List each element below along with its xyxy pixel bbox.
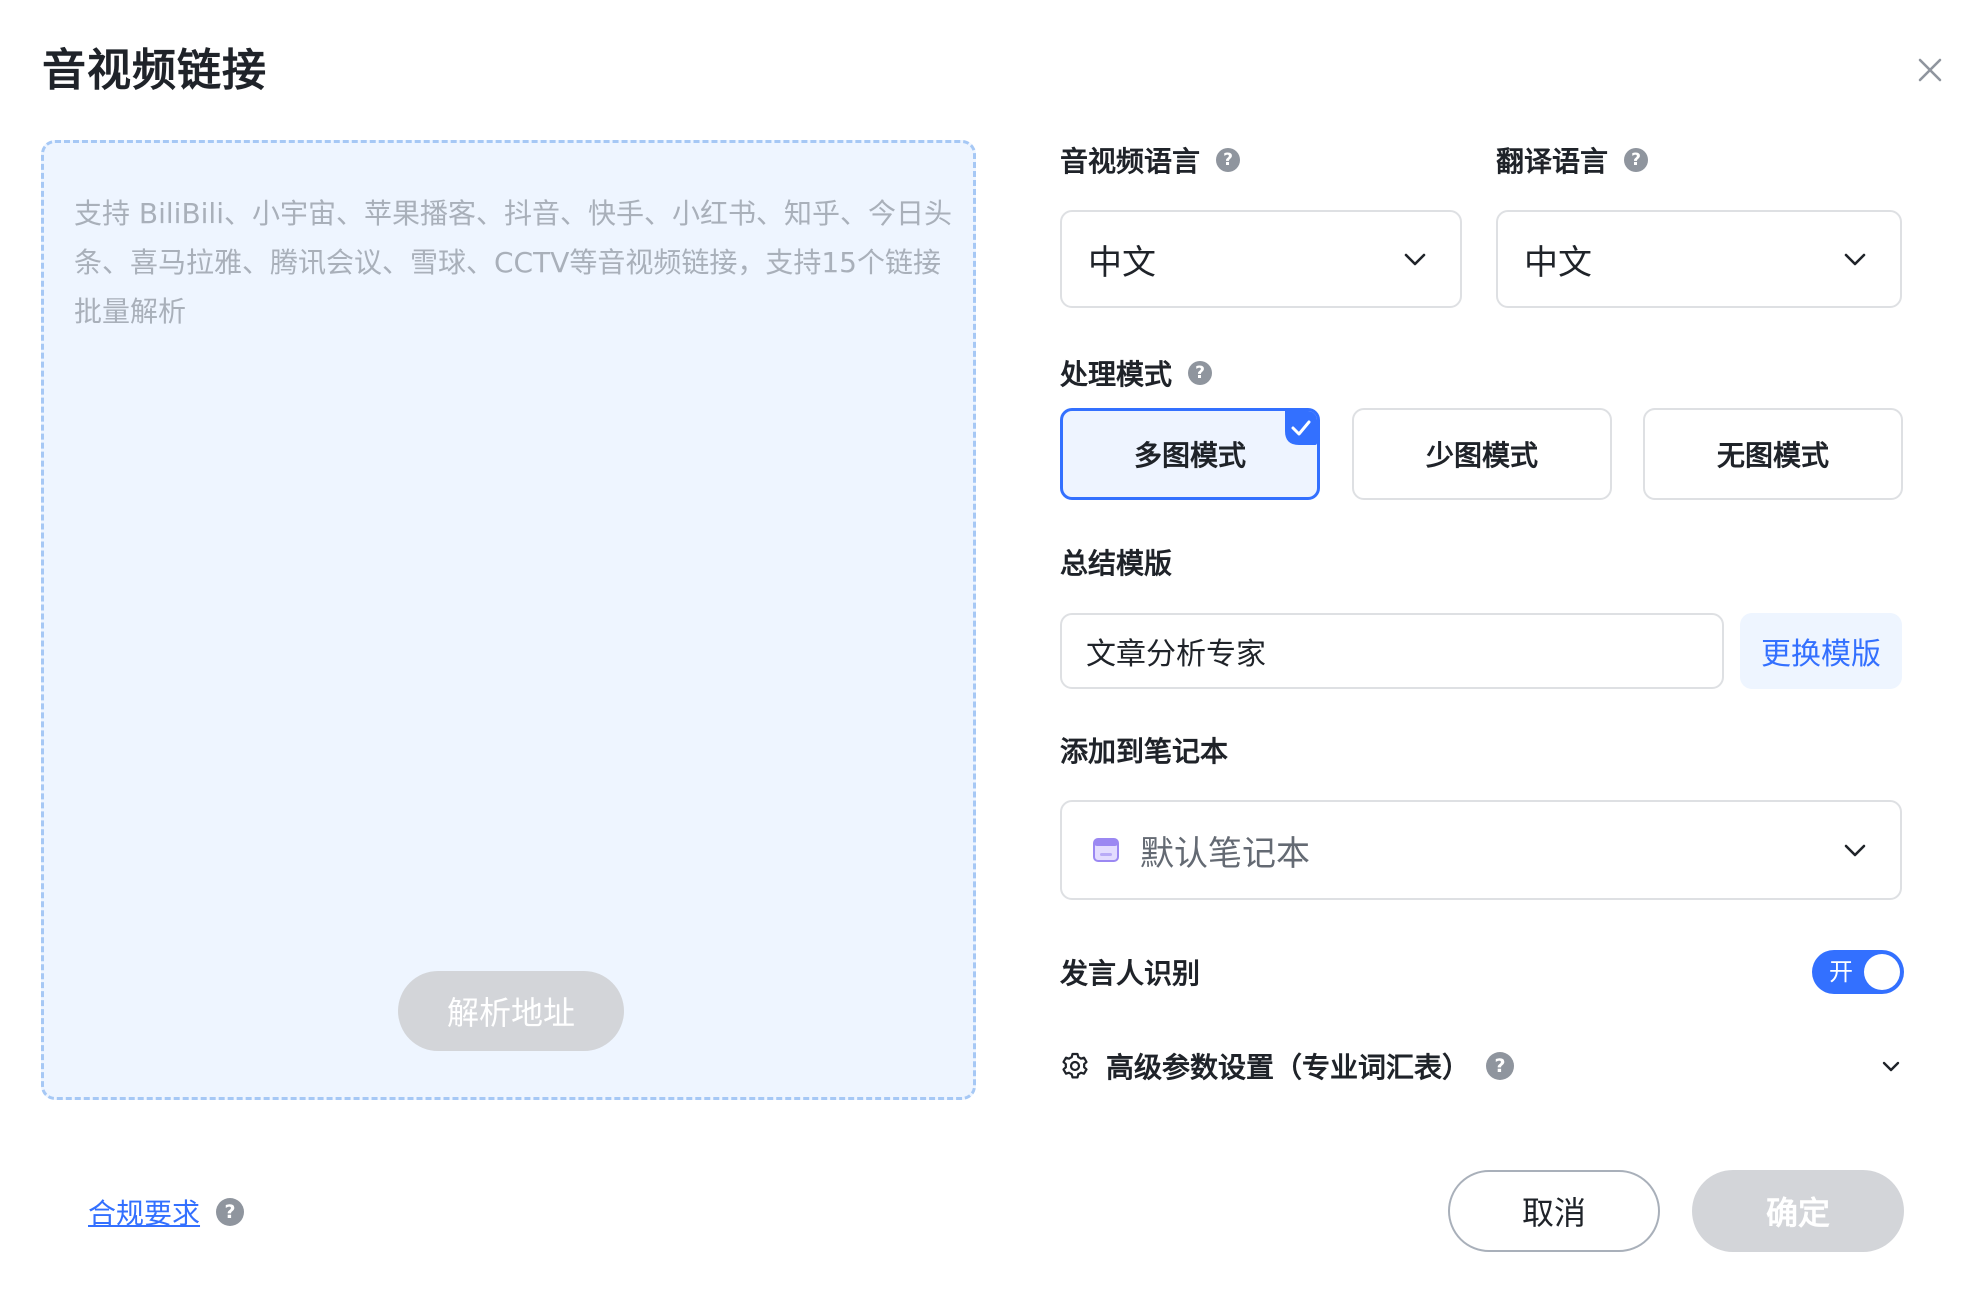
cancel-button[interactable]: 取消 [1448,1170,1660,1252]
toggle-on-text: 开 [1829,958,1853,986]
speaker-recognition-label: 发言人识别 [1060,952,1200,992]
notebook-icon [1093,838,1119,862]
mode-option-label: 多图模式 [1133,439,1246,472]
speaker-recognition-toggle[interactable]: 开 [1812,950,1904,994]
audio-video-link-dialog: 音视频链接 解析地址 音视频语言 ? 中文 翻译语言 ? 中文 处理模式 ? [0,0,1984,1306]
change-template-button[interactable]: 更换模版 [1740,613,1902,689]
question-circle-icon[interactable]: ? [1216,148,1241,172]
advanced-settings-label: 高级参数设置（专业词汇表） [1106,1051,1471,1084]
close-icon [1918,58,1942,82]
processing-mode-label-text: 处理模式 [1060,358,1173,391]
notebook-select[interactable]: 默认笔记本 [1060,800,1902,900]
notebook-label-text: 添加到笔记本 [1060,735,1229,768]
chevron-down-icon [1844,844,1866,857]
mode-option-label: 少图模式 [1425,439,1538,472]
question-circle-icon[interactable]: ? [1624,148,1649,172]
toggle-knob [1864,954,1900,990]
audio-language-label: 音视频语言 ? [1060,140,1241,180]
link-textarea[interactable] [74,189,954,949]
parse-address-button[interactable]: 解析地址 [398,971,624,1051]
audio-language-select[interactable]: 中文 [1060,210,1462,308]
advanced-settings-row[interactable]: 高级参数设置（专业词汇表） ? [1060,1044,1905,1088]
confirm-button[interactable]: 确定 [1692,1170,1904,1252]
chevron-down-icon [1882,1061,1900,1072]
notebook-label: 添加到笔记本 [1060,730,1228,770]
mode-option-label: 无图模式 [1716,439,1829,472]
translate-language-label: 翻译语言 ? [1496,140,1649,180]
check-icon [1285,411,1317,445]
question-circle-icon[interactable]: ? [1188,361,1213,385]
notebook-value: 默认笔记本 [1140,833,1310,874]
link-input-area: 解析地址 [41,140,976,1100]
mode-option-no-image[interactable]: 无图模式 [1643,408,1903,500]
close-button[interactable] [1908,48,1952,92]
dialog-title: 音视频链接 [42,45,267,96]
speaker-recognition-label-text: 发言人识别 [1060,957,1201,990]
question-circle-icon[interactable]: ? [216,1198,245,1226]
compliance-link[interactable]: 合规要求 [88,1192,200,1232]
summary-template-value: 文章分析专家 [1086,637,1266,672]
mode-option-multi-image[interactable]: 多图模式 [1060,408,1320,500]
compliance-section: 合规要求 ? [88,1192,245,1232]
translate-language-label-text: 翻译语言 [1496,145,1609,178]
translate-language-value: 中文 [1524,242,1592,283]
summary-template-field[interactable]: 文章分析专家 [1060,613,1724,689]
gear-icon [1062,1052,1088,1079]
audio-language-value: 中文 [1088,242,1156,283]
chevron-down-icon [1844,253,1866,266]
summary-template-label: 总结模版 [1060,542,1172,582]
chevron-down-icon [1404,253,1426,266]
audio-language-label-text: 音视频语言 [1060,145,1201,178]
question-circle-icon[interactable]: ? [1486,1052,1515,1080]
processing-mode-label: 处理模式 ? [1060,353,1213,393]
mode-option-few-image[interactable]: 少图模式 [1352,408,1612,500]
summary-template-label-text: 总结模版 [1060,547,1173,580]
translate-language-select[interactable]: 中文 [1496,210,1902,308]
